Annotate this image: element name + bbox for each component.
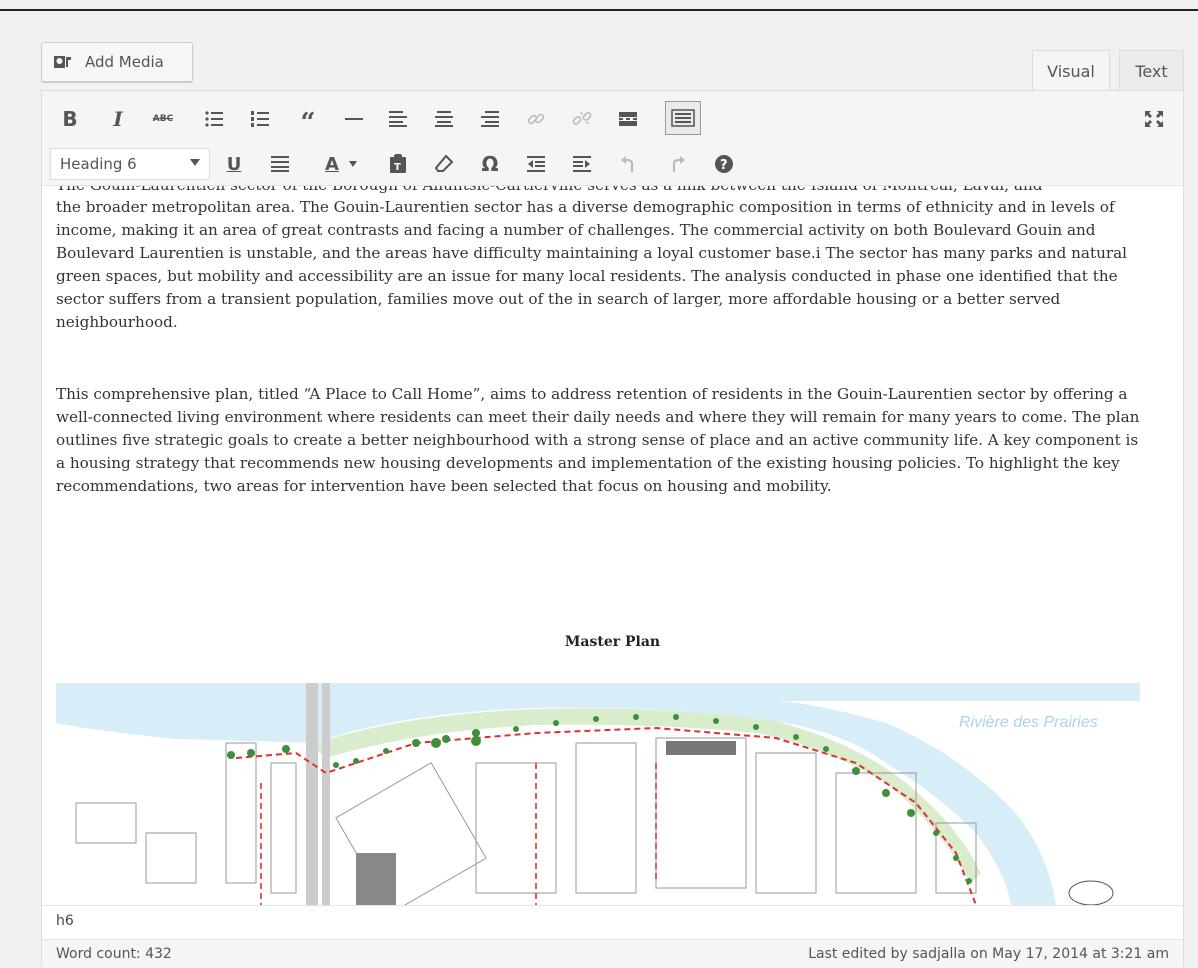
element-path: h6	[42, 905, 1183, 939]
editor: B I ABC “ Heading 6 U A T Ω ? the broade…	[41, 90, 1184, 968]
read-more-icon[interactable]	[614, 105, 642, 133]
format-select-value: Heading 6	[60, 155, 137, 173]
add-media-label: Add Media	[85, 53, 164, 71]
underline-icon[interactable]: U	[220, 150, 248, 178]
master-plan-map-image: Rivière des Prairies	[56, 683, 1140, 905]
strikethrough-icon[interactable]: ABC	[148, 105, 178, 133]
editor-toolbar: B I ABC “ Heading 6 U A T Ω ?	[42, 91, 1183, 186]
toolbar-toggle-icon[interactable]	[665, 101, 701, 135]
undo-icon[interactable]	[614, 150, 642, 178]
bold-icon[interactable]: B	[56, 105, 84, 133]
svg-text:?: ?	[720, 158, 728, 173]
tab-visual[interactable]: Visual	[1032, 50, 1110, 91]
redo-icon[interactable]	[664, 150, 692, 178]
format-select[interactable]: Heading 6	[50, 148, 210, 180]
blockquote-icon[interactable]: “	[294, 105, 322, 137]
media-icon	[54, 56, 71, 68]
paste-text-icon[interactable]: T	[384, 150, 412, 178]
text-color-a-icon: A	[325, 153, 339, 175]
align-right-icon[interactable]	[476, 105, 504, 133]
justify-icon[interactable]	[266, 150, 294, 178]
chevron-down-icon	[190, 159, 200, 166]
bullet-list-icon[interactable]	[200, 105, 228, 133]
paragraph-2: This comprehensive plan, titled “A Place…	[56, 385, 1140, 495]
text-color-icon[interactable]: A	[312, 150, 370, 178]
link-icon[interactable]	[522, 105, 550, 133]
unlink-icon[interactable]	[568, 105, 596, 133]
paragraph-1: the broader metropolitan area. The Gouin…	[56, 198, 1128, 331]
add-media-button[interactable]: Add Media	[41, 42, 193, 82]
tab-text[interactable]: Text	[1119, 50, 1184, 91]
word-count: Word count: 432	[56, 946, 172, 962]
editor-statusbar: Word count: 432 Last edited by sadjalla …	[42, 939, 1183, 968]
numbered-list-icon[interactable]	[246, 105, 274, 133]
last-edited: Last edited by sadjalla on May 17, 2014 …	[808, 946, 1169, 962]
align-left-icon[interactable]	[384, 105, 412, 133]
text-color-caret-icon	[348, 161, 357, 167]
horizontal-line-icon[interactable]	[340, 105, 368, 133]
indent-icon[interactable]	[568, 150, 596, 178]
top-border	[0, 9, 1198, 11]
italic-icon[interactable]: I	[104, 105, 132, 133]
master-plan-heading: Master Plan	[564, 634, 661, 650]
align-center-icon[interactable]	[430, 105, 458, 133]
fullscreen-icon[interactable]	[1140, 105, 1168, 133]
clear-formatting-icon[interactable]	[430, 150, 458, 178]
editor-content[interactable]: The Gouin-Laurentien sector of the Borou…	[42, 186, 1183, 905]
special-character-icon[interactable]: Ω	[476, 150, 504, 178]
svg-text:T: T	[394, 162, 401, 173]
outdent-icon[interactable]	[522, 150, 550, 178]
help-icon[interactable]: ?	[710, 150, 738, 178]
map-river-label: Rivière des Prairies	[959, 714, 1098, 731]
